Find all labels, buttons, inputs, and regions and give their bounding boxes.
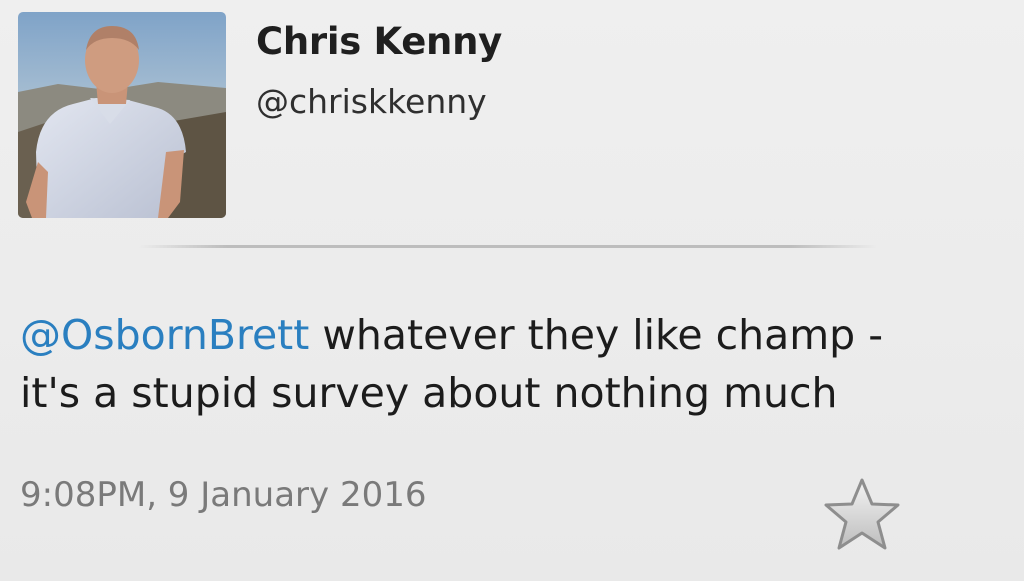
display-name[interactable]: Chris Kenny	[256, 20, 502, 63]
favorite-button[interactable]	[822, 476, 902, 552]
avatar[interactable]	[18, 12, 226, 218]
tweet-text-line1: whatever they like champ -	[309, 311, 884, 359]
star-icon	[824, 478, 900, 550]
mention-link[interactable]: @OsbornBrett	[20, 311, 309, 359]
tweet-text: @OsbornBrett whatever they like champ - i…	[20, 306, 1010, 422]
user-handle[interactable]: @chriskkenny	[256, 82, 487, 121]
tweet-text-line2: it's a stupid survey about nothing much	[20, 369, 838, 417]
tweet-detail: Chris Kenny @chriskkenny @OsbornBrett wh…	[0, 0, 1024, 581]
profile-photo	[18, 12, 226, 218]
timestamp: 9:08PM, 9 January 2016	[20, 475, 427, 515]
divider	[138, 245, 878, 248]
